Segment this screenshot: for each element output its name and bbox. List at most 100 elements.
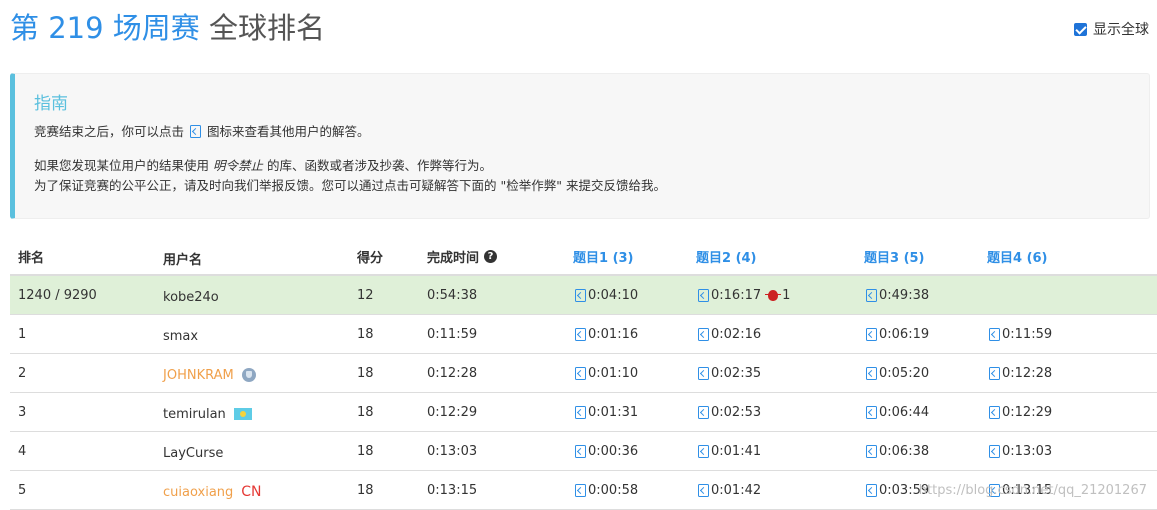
code-icon bbox=[866, 483, 877, 497]
finish-time-cell: 0:13:15 bbox=[427, 482, 478, 498]
code-icon bbox=[866, 444, 877, 458]
col-q2-link[interactable]: 题目2 (4) bbox=[696, 238, 757, 274]
q1-time: 0:01:16 bbox=[588, 326, 639, 342]
q3-solution-link[interactable]: 0:06:38 bbox=[864, 432, 929, 470]
code-icon bbox=[989, 327, 1000, 341]
code-icon bbox=[698, 444, 709, 458]
col-q4-link[interactable]: 题目4 (6) bbox=[987, 238, 1048, 274]
finish-time-cell: 0:11:59 bbox=[427, 326, 478, 342]
q2-solution-link[interactable]: 0:02:35 bbox=[696, 354, 761, 392]
username-link[interactable]: temirulan bbox=[163, 407, 226, 422]
q1-solution-link[interactable]: 0:04:10 bbox=[573, 276, 638, 314]
q3-solution-link[interactable]: 0:05:20 bbox=[864, 354, 929, 392]
q4-time: 0:12:28 bbox=[1002, 365, 1053, 381]
guide-line-3: 为了保证竞赛的公平公正，请及时向我们举报反馈。您可以通过点击可疑解答下面的 "检… bbox=[34, 178, 666, 193]
watermark: https://blog.csdn.net/qq_21201267 bbox=[918, 483, 1147, 498]
code-icon bbox=[575, 483, 586, 497]
table-row: 2 JOHNKRAM 18 0:12:28 0:01:10 0:02:35 0:… bbox=[10, 354, 1157, 393]
code-icon bbox=[575, 444, 586, 458]
q4-solution-link[interactable]: 0:13:03 bbox=[987, 432, 1052, 470]
ranking-title: 全球排名 bbox=[209, 11, 326, 45]
q2-time: 0:16:17 bbox=[711, 287, 762, 303]
q2-time: 0:01:41 bbox=[711, 443, 762, 459]
code-icon bbox=[989, 366, 1000, 380]
question-circle-icon[interactable]: ? bbox=[484, 249, 498, 263]
q4-solution-link[interactable]: 0:12:29 bbox=[987, 393, 1052, 431]
username-link[interactable]: kobe24o bbox=[163, 276, 219, 314]
col-user: 用户名 bbox=[163, 252, 203, 268]
contest-title-link[interactable]: 第 219 场周赛 bbox=[10, 11, 200, 45]
page: 第 219 场周赛 全球排名 显示全球 指南 竞赛结束之后，你可以点击 图标来查… bbox=[0, 0, 1157, 510]
q4-time: 0:11:59 bbox=[1002, 326, 1053, 342]
country-flag-icon bbox=[233, 408, 252, 420]
rank-cell: 1 bbox=[18, 326, 27, 342]
code-icon bbox=[190, 125, 201, 138]
username-cell: cuiaoxiang CN bbox=[163, 471, 262, 509]
score-cell: 12 bbox=[357, 287, 374, 303]
q1-solution-link[interactable]: 0:01:10 bbox=[573, 354, 638, 392]
guardian-badge-icon bbox=[241, 368, 256, 382]
username-link[interactable]: smax bbox=[163, 315, 198, 353]
q3-solution-link[interactable]: 0:06:19 bbox=[864, 315, 929, 353]
q3-time: 0:06:38 bbox=[879, 443, 930, 459]
username-link[interactable]: LayCurse bbox=[163, 432, 223, 470]
bug-icon bbox=[765, 289, 782, 301]
col-rank: 排名 bbox=[18, 250, 45, 266]
guide-line-2-after: 的库、函数或者涉及抄袭、作弊等行为。 bbox=[267, 158, 493, 173]
finish-time-cell: 0:12:28 bbox=[427, 365, 478, 381]
guide-panel: 指南 竞赛结束之后，你可以点击 图标来查看其他用户的解答。 如果您发现某位用户的… bbox=[10, 73, 1150, 219]
code-icon bbox=[698, 483, 709, 497]
table-row: 4 LayCurse 18 0:13:03 0:00:36 0:01:41 0:… bbox=[10, 432, 1157, 471]
page-title: 第 219 场周赛 全球排名 bbox=[10, 8, 325, 48]
penalty-count: 1 bbox=[782, 287, 791, 303]
rank-cell: 2 bbox=[18, 365, 27, 381]
score-cell: 18 bbox=[357, 326, 374, 342]
show-global-toggle[interactable]: 显示全球 bbox=[1074, 19, 1149, 39]
q3-solution-link[interactable]: 0:06:44 bbox=[864, 393, 929, 431]
code-icon bbox=[575, 327, 586, 341]
code-icon bbox=[698, 405, 709, 419]
code-icon bbox=[575, 405, 586, 419]
q2-time: 0:02:16 bbox=[711, 326, 762, 342]
q1-solution-link[interactable]: 0:00:36 bbox=[573, 432, 638, 470]
username-cell: JOHNKRAM bbox=[163, 354, 256, 392]
score-cell: 18 bbox=[357, 443, 374, 459]
code-icon bbox=[866, 366, 877, 380]
code-icon bbox=[989, 444, 1000, 458]
code-icon bbox=[866, 327, 877, 341]
score-cell: 18 bbox=[357, 482, 374, 498]
q4-solution-link[interactable]: 0:12:28 bbox=[987, 354, 1052, 392]
guide-line-2-before: 如果您发现某位用户的结果使用 bbox=[34, 158, 210, 173]
region-badge: CN bbox=[241, 484, 262, 500]
rank-cell: 1240 / 9290 bbox=[18, 287, 97, 303]
q4-solution-link[interactable]: 0:11:59 bbox=[987, 315, 1052, 353]
q2-solution-link[interactable]: 0:16:17 1 bbox=[696, 276, 790, 314]
guide-line-1-after: 图标来查看其他用户的解答。 bbox=[206, 124, 370, 139]
score-cell: 18 bbox=[357, 404, 374, 420]
q2-solution-link[interactable]: 0:02:16 bbox=[696, 315, 761, 353]
q1-time: 0:01:31 bbox=[588, 404, 639, 420]
q1-time: 0:04:10 bbox=[588, 287, 639, 303]
q2-solution-link[interactable]: 0:01:42 bbox=[696, 471, 761, 509]
q2-solution-link[interactable]: 0:02:53 bbox=[696, 393, 761, 431]
show-global-label: 显示全球 bbox=[1093, 22, 1149, 38]
my-rank-row: 1240 / 9290 kobe24o 12 0:54:38 0:04:10 0… bbox=[10, 276, 1157, 315]
code-icon bbox=[866, 288, 877, 302]
col-score: 得分 bbox=[357, 250, 384, 266]
q4-time: 0:13:03 bbox=[1002, 443, 1053, 459]
q1-solution-link[interactable]: 0:00:58 bbox=[573, 471, 638, 509]
q1-time: 0:00:58 bbox=[588, 482, 639, 498]
show-global-checkbox[interactable] bbox=[1074, 22, 1087, 36]
q1-solution-link[interactable]: 0:01:31 bbox=[573, 393, 638, 431]
q2-solution-link[interactable]: 0:01:41 bbox=[696, 432, 761, 470]
username-link[interactable]: cuiaoxiang bbox=[163, 485, 233, 500]
col-q3-link[interactable]: 题目3 (5) bbox=[864, 238, 925, 274]
table-row: 1 smax 18 0:11:59 0:01:16 0:02:16 0:06:1… bbox=[10, 315, 1157, 354]
code-icon bbox=[698, 327, 709, 341]
code-icon bbox=[989, 405, 1000, 419]
q3-solution-link[interactable]: 0:49:38 bbox=[864, 276, 929, 314]
q1-solution-link[interactable]: 0:01:16 bbox=[573, 315, 638, 353]
score-cell: 18 bbox=[357, 365, 374, 381]
username-link[interactable]: JOHNKRAM bbox=[163, 368, 234, 383]
col-q1-link[interactable]: 题目1 (3) bbox=[573, 238, 634, 274]
